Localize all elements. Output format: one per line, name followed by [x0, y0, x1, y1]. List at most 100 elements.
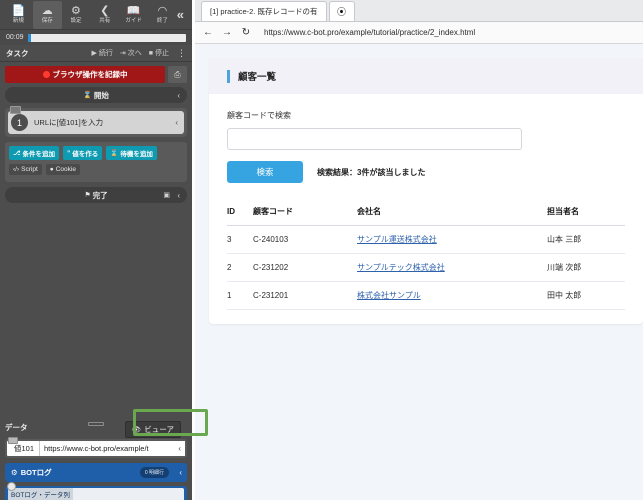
- arrow-left-icon[interactable]: ←: [203, 27, 213, 38]
- flow-step-card[interactable]: 1 URLに[値101]を入力 ‹: [5, 106, 187, 137]
- rpa-bottom-dock: データ 👁 ビューア 値101 https://www.c-bot.pro/ex…: [0, 419, 192, 500]
- browser-window: [1] practice-2. 既存レコードの有 ⦿ ← → ↻ https:/…: [195, 0, 643, 500]
- rpa-panel: 📄 新規 ☁ 保存 ⚙ 設定 ❮ 共有 📖 ガイド ◠ 終了 « 00:09 タ…: [0, 0, 208, 500]
- customer-table: ID 顧客コード 会社名 担当者名 3 C-240103 サンプル運送株式会社: [227, 206, 625, 310]
- gear-icon: ⚙: [71, 4, 81, 17]
- continue-button[interactable]: ▶ 続行: [92, 48, 113, 58]
- task-control-row: タスク ▶ 続行 ⇥ 次へ ■ 停止 ⋮: [0, 45, 192, 62]
- create-value-chip-label: 値を作る: [72, 151, 99, 158]
- script-chip[interactable]: ‹/› Script: [9, 164, 42, 175]
- bot-log-header[interactable]: ⚙ BOTログ 0 明細行 ‹: [5, 463, 187, 482]
- new-tab-button[interactable]: ⦿: [328, 1, 355, 21]
- add-condition-chip[interactable]: ⎇ 条件を追加: [9, 146, 59, 160]
- cell-id: 3: [227, 225, 253, 254]
- reload-icon[interactable]: ↻: [241, 27, 251, 38]
- toolbar-button-save[interactable]: ☁ 保存: [32, 0, 62, 29]
- data-row[interactable]: 値101 https://www.c-bot.pro/example/t ‹: [5, 437, 187, 458]
- plus-circle-icon: ⦿: [337, 7, 347, 17]
- bot-log-title-wrap: ⚙ BOTログ: [11, 467, 52, 478]
- toolbar-button-share-label: 共有: [99, 17, 111, 24]
- card-accent-bar: [227, 69, 230, 83]
- book-icon: 📖: [126, 4, 141, 17]
- stop-button[interactable]: ■ 停止: [149, 48, 169, 58]
- data-row-tag-icon: [8, 437, 18, 444]
- branch-icon: ⎇: [13, 150, 21, 157]
- table-row: 1 C-231201 株式会社サンプル 田中 太郎: [227, 281, 625, 310]
- page-title: 顧客一覧: [238, 72, 277, 83]
- flow-start-bar[interactable]: ⌛ 開始 ‹: [5, 87, 187, 103]
- step-chevron-left-icon[interactable]: ‹: [175, 118, 178, 127]
- window-capture-icon[interactable]: ⎙: [168, 66, 187, 83]
- recording-banner[interactable]: ブラウザ操作を記録中: [5, 66, 165, 83]
- eye-icon: 👁: [131, 425, 142, 434]
- document-icon: 📄: [11, 4, 26, 17]
- step-forward-icon: ⇥: [119, 50, 126, 57]
- card-body: 顧客コードで検索 検索 検索結果：3件が該当しました ID 顧客コード 会社名: [209, 94, 643, 324]
- bot-log-row-value[interactable]: [72, 488, 184, 500]
- next-button[interactable]: ⇥ 次へ: [120, 48, 142, 58]
- page-viewport: 顧客一覧 顧客コードで検索 検索 検索結果：3件が該当しました ID 顧客コード: [195, 44, 643, 500]
- data-section-title: データ: [5, 423, 28, 432]
- quote-icon: ”: [67, 149, 71, 157]
- action-chip-row-1: ⎇ 条件を追加 ” 値を作る ⌛ 待機を追加: [9, 146, 183, 160]
- url-bar[interactable]: https://www.c-bot.pro/example/tutorial/p…: [260, 28, 635, 37]
- column-header-person: 担当者名: [547, 206, 625, 226]
- browser-tab-title: [1] practice-2. 既存レコードの有: [210, 7, 318, 16]
- toolbar-button-settings-label: 設定: [70, 17, 82, 24]
- progress-bar: [27, 33, 186, 42]
- company-link[interactable]: サンプル運送株式会社: [357, 235, 437, 244]
- add-wait-chip[interactable]: ⌛ 待機を追加: [106, 146, 157, 160]
- cell-person: 山本 三郎: [547, 225, 625, 254]
- flow-end-bar[interactable]: ⚑ 完了 ▣ ‹: [5, 187, 187, 203]
- cookie-icon: ●: [49, 166, 54, 173]
- flow-step-inner[interactable]: 1 URLに[値101]を入力 ‹: [8, 106, 184, 134]
- chevron-left-icon[interactable]: ‹: [177, 91, 180, 100]
- flow-start-label: 開始: [93, 90, 109, 100]
- data-row-chevron-left-icon[interactable]: ‹: [178, 444, 181, 453]
- app-root: 📄 新規 ☁ 保存 ⚙ 設定 ❮ 共有 📖 ガイド ◠ 終了 « 00:09 タ…: [0, 0, 643, 500]
- bot-log-chevron-left-icon[interactable]: ‹: [179, 468, 182, 477]
- column-header-company: 会社名: [357, 206, 547, 226]
- step-number: 1: [11, 114, 28, 131]
- bot-log-row-key: BOTログ・データ列: [8, 488, 73, 500]
- camera-icon[interactable]: ▣: [163, 191, 170, 199]
- bot-log-row[interactable]: BOTログ・データ列: [5, 482, 187, 500]
- cell-code: C-231202: [253, 253, 357, 282]
- stop-label: 停止: [155, 50, 169, 57]
- toolbar-button-guide[interactable]: 📖 ガイド: [119, 1, 148, 29]
- browser-tab-bar: [1] practice-2. 既存レコードの有 ⦿: [195, 0, 643, 22]
- toolbar-button-settings[interactable]: ⚙ 設定: [62, 1, 91, 29]
- viewer-button-label: ビューア: [144, 425, 174, 434]
- viewer-button[interactable]: 👁 ビューア: [124, 421, 181, 438]
- company-link[interactable]: 株式会社サンプル: [357, 291, 421, 300]
- arrow-right-icon[interactable]: →: [222, 27, 232, 38]
- progress-bar-fill: [27, 33, 31, 42]
- cell-code: C-240103: [253, 225, 357, 254]
- bot-log-row-tag-icon: [7, 482, 16, 491]
- toolbar-button-share[interactable]: ❮ 共有: [90, 1, 119, 29]
- customer-table-body: 3 C-240103 サンプル運送株式会社 山本 三郎 2 C-231202 サ…: [227, 225, 625, 310]
- column-header-id: ID: [227, 206, 253, 226]
- drag-grip-icon[interactable]: [88, 422, 104, 426]
- end-chevron-left-icon[interactable]: ‹: [177, 191, 180, 200]
- vertical-dots-icon[interactable]: ⋮: [177, 48, 186, 57]
- elapsed-timer: 00:09: [6, 34, 24, 41]
- data-row-value[interactable]: https://www.c-bot.pro/example/t: [39, 441, 185, 456]
- search-button[interactable]: 検索: [227, 161, 303, 183]
- recording-banner-label: ブラウザ操作を記録中: [52, 70, 128, 79]
- cookie-chip[interactable]: ● Cookie: [45, 164, 80, 175]
- data-section-header: データ 👁 ビューア: [5, 419, 187, 438]
- create-value-chip[interactable]: ” 値を作る: [63, 146, 103, 160]
- toolbar-button-exit-label: 終了: [156, 17, 168, 24]
- toolbar-button-new[interactable]: 📄 新規: [4, 1, 33, 29]
- table-row: 2 C-231202 サンプルテック株式会社 川端 次郎: [227, 253, 625, 282]
- company-link[interactable]: サンプルテック株式会社: [357, 263, 445, 272]
- search-input[interactable]: [227, 128, 522, 150]
- browser-tab-active[interactable]: [1] practice-2. 既存レコードの有: [201, 1, 327, 21]
- search-result-text: 検索結果：3件が該当しました: [317, 167, 426, 177]
- code-icon: ‹/›: [13, 166, 20, 173]
- cell-person: 川端 次郎: [547, 253, 625, 282]
- step-text: URLに[値101]を入力: [34, 118, 104, 127]
- double-chevron-left-icon[interactable]: «: [177, 7, 188, 22]
- toolbar-button-exit[interactable]: ◠ 終了: [148, 1, 177, 29]
